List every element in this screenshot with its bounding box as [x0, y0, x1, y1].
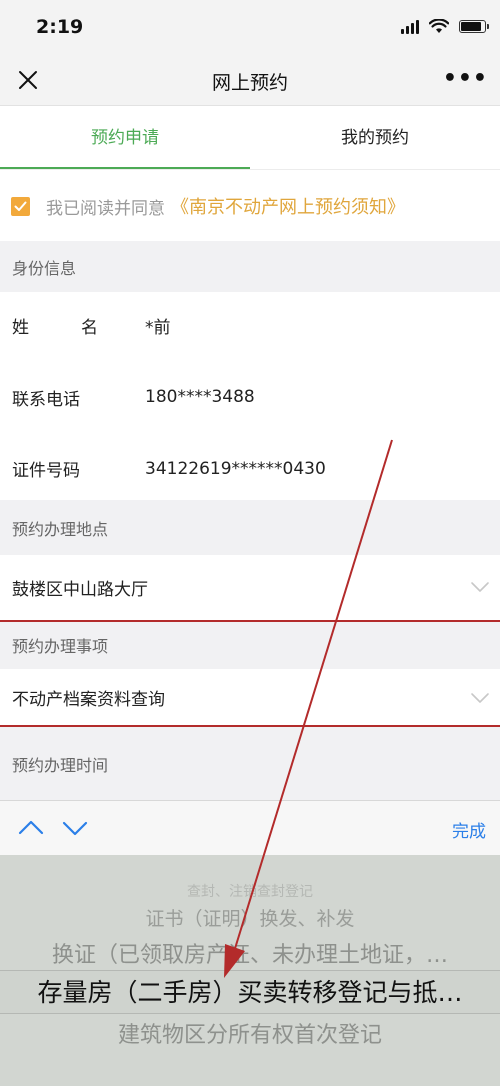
section-matter: 预约办理事项 — [0, 620, 500, 669]
checkmark-icon — [14, 201, 27, 211]
phone-label: 联系电话 — [12, 389, 80, 410]
name-value[interactable]: *前 — [145, 313, 500, 338]
tab-my-appointments[interactable]: 我的预约 — [250, 107, 500, 169]
section-identity: 身份信息 — [0, 241, 500, 292]
name-label: 姓 名 — [12, 313, 145, 338]
matter-value: 不动产档案资料查询 — [12, 690, 165, 710]
done-button[interactable]: 完成 — [452, 817, 486, 842]
nav-bar: 网上预约 ••• — [0, 56, 500, 106]
tab-appointment-request[interactable]: 预约申请 — [0, 107, 250, 169]
tab-bar: 预约申请 我的预约 — [0, 107, 500, 170]
picker-option[interactable]: 建筑物区分所有权首次登记 — [0, 1017, 500, 1049]
name-row: 姓 名 *前 — [0, 292, 500, 358]
id-number-row: 证件号码 34122619******0430 — [0, 437, 500, 500]
location-select[interactable]: 鼓楼区中山路大厅 — [0, 555, 500, 619]
id-number-value[interactable]: 34122619******0430 — [145, 459, 500, 479]
chevron-down-icon[interactable] — [62, 817, 88, 839]
annotation-line-top — [0, 620, 500, 622]
picker-option[interactable]: 查封、注销查封登记 — [0, 881, 500, 901]
agreement-text: 我已阅读并同意 — [46, 198, 165, 219]
battery-icon — [459, 20, 489, 33]
more-menu-icon[interactable]: ••• — [443, 66, 488, 91]
matter-select[interactable]: 不动产档案资料查询 — [0, 669, 500, 726]
phone-row: 联系电话 180****3488 — [0, 366, 500, 428]
phone-value[interactable]: 180****3488 — [145, 387, 500, 407]
wifi-icon — [429, 19, 449, 33]
picker-option-selected[interactable]: 存量房（二手房）买卖转移登记与抵… — [0, 970, 500, 1014]
chevron-down-icon — [471, 692, 489, 703]
name-label-second: 名 — [81, 317, 98, 338]
id-number-label: 证件号码 — [12, 461, 80, 481]
agreement-checkbox[interactable] — [11, 196, 30, 216]
section-location: 预约办理地点 — [0, 500, 500, 555]
status-time: 2:19 — [36, 16, 84, 38]
agreement-row: 我已阅读并同意 《南京不动产网上预约须知》 — [0, 178, 500, 234]
section-time: 预约办理时间 — [0, 727, 500, 800]
annotation-line-bottom — [0, 725, 500, 727]
picker-option[interactable]: 换证（已领取房产证、未办理土地证，… — [0, 937, 500, 969]
location-value: 鼓楼区中山路大厅 — [12, 579, 148, 600]
status-icons — [401, 19, 489, 34]
picker-wheel[interactable]: 查封、注销查封登记 证书（证明）换发、补发 换证（已领取房产证、未办理土地证，…… — [0, 855, 500, 1086]
agreement-link[interactable]: 《南京不动产网上预约须知》 — [171, 193, 405, 219]
chevron-down-icon — [471, 582, 489, 592]
chevron-up-icon[interactable] — [18, 817, 44, 839]
name-label-first: 姓 — [12, 317, 29, 338]
signal-icon — [401, 19, 419, 34]
keyboard-toolbar: 完成 — [0, 800, 500, 855]
picker-option[interactable]: 证书（证明）换发、补发 — [0, 904, 500, 931]
page-title: 网上预约 — [211, 72, 288, 94]
status-bar: 2:19 — [0, 0, 500, 56]
